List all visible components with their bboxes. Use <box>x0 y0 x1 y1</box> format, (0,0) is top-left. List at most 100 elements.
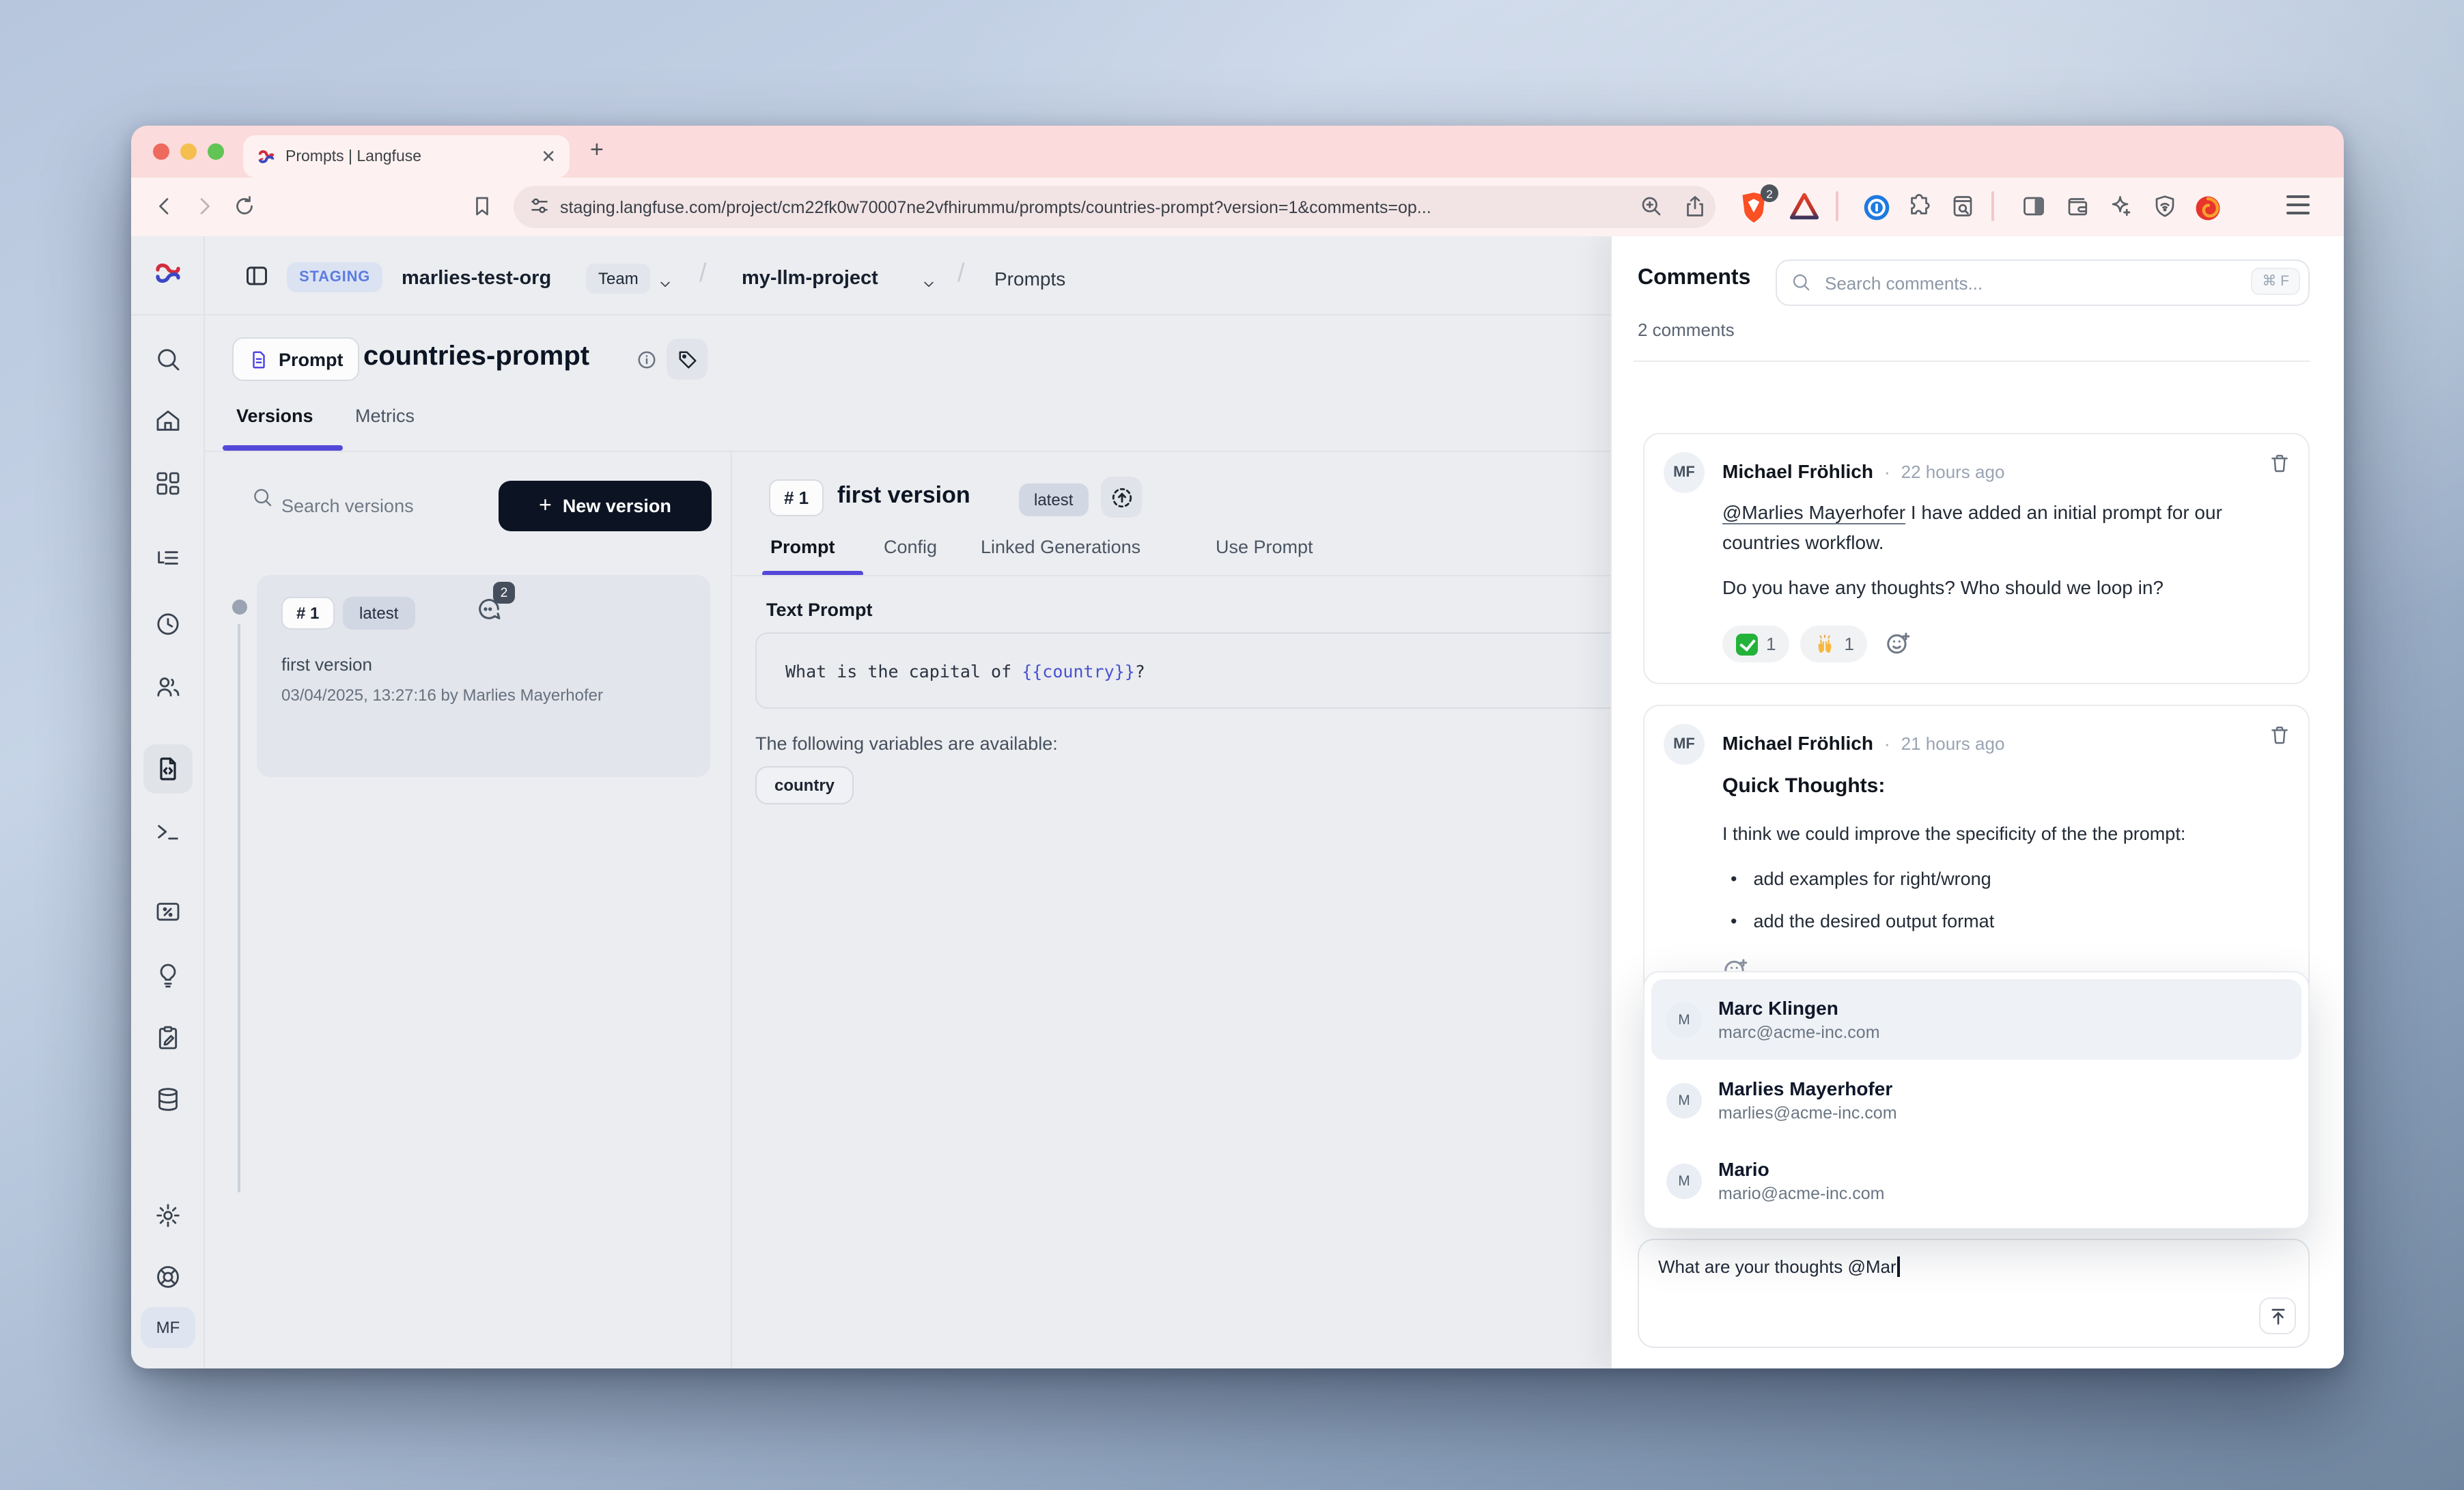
desktop-wallpaper: Prompts | Langfuse ✕ + staging.langfuse.… <box>0 0 2464 1490</box>
users-icon[interactable] <box>154 673 182 701</box>
reaction-count: 1 <box>1766 634 1776 654</box>
tracing-icon[interactable] <box>154 548 182 575</box>
add-reaction-icon[interactable] <box>1886 631 1912 657</box>
rewards-swirl-icon[interactable] <box>2194 194 2222 223</box>
menu-icon[interactable] <box>2286 195 2310 214</box>
comment-author: Michael Fröhlich <box>1722 460 1873 482</box>
dashboards-icon[interactable] <box>154 470 182 497</box>
scores-icon[interactable] <box>154 899 182 926</box>
site-settings-icon[interactable] <box>529 195 550 217</box>
suggestion-name: Marlies Mayerhofer <box>1718 1078 1897 1099</box>
back-icon[interactable] <box>153 194 178 219</box>
reaction-check[interactable]: 1 <box>1722 625 1789 662</box>
url-bar[interactable]: staging.langfuse.com/project/cm22fk0w700… <box>514 186 1716 228</box>
search-comments-input[interactable]: Search comments... ⌘ F <box>1776 259 2310 306</box>
vpn-shield-icon[interactable] <box>2153 194 2177 219</box>
sessions-clock-icon[interactable] <box>154 610 182 638</box>
maximize-window-button[interactable] <box>208 143 224 160</box>
time-separator: · <box>1884 462 1890 482</box>
env-badge: STAGING <box>287 262 382 292</box>
sidebar-toggle-icon[interactable] <box>2021 194 2046 219</box>
search-versions-icon <box>251 486 273 508</box>
bookmark-icon[interactable] <box>470 194 494 219</box>
org-role-badge: Team <box>586 264 651 294</box>
comments-panel: Comments Search comments... ⌘ F 2 commen… <box>1610 236 2344 1368</box>
keyboard-shortcut-badge: ⌘ F <box>2251 268 2300 295</box>
prompt-type-label: Prompt <box>279 349 344 369</box>
triangle-extension-icon[interactable] <box>1789 191 1819 221</box>
new-tab-button[interactable]: + <box>590 137 604 164</box>
leo-ai-sparkle-icon[interactable] <box>2109 194 2133 219</box>
active-tab-underline <box>223 445 343 451</box>
tab-prompt[interactable]: Prompt <box>770 537 835 557</box>
delete-comment-icon[interactable] <box>2269 452 2291 474</box>
settings-gear-icon[interactable] <box>154 1202 182 1229</box>
version-number-badge: # 1 <box>281 597 334 630</box>
wallet-icon[interactable] <box>2065 194 2090 219</box>
search-icon[interactable] <box>154 346 182 373</box>
comment-paragraph: I think we could improve the specificity… <box>1722 821 2280 850</box>
tab-config[interactable]: Config <box>884 537 937 557</box>
playground-terminal-icon[interactable] <box>154 818 182 845</box>
document-icon <box>249 349 269 369</box>
forward-icon[interactable] <box>191 194 216 219</box>
minimize-window-button[interactable] <box>180 143 197 160</box>
comment-item: MF Michael Fröhlich · 22 hours ago @Marl… <box>1643 433 2310 684</box>
home-icon[interactable] <box>154 407 182 434</box>
submit-comment-button[interactable] <box>2259 1297 2296 1334</box>
avatar: MF <box>1664 724 1705 765</box>
extensions-puzzle-icon[interactable] <box>1907 194 1931 219</box>
new-version-label: New version <box>563 496 671 516</box>
datasets-database-icon[interactable] <box>154 1086 182 1113</box>
close-window-button[interactable] <box>153 143 169 160</box>
user-avatar[interactable]: MF <box>141 1307 195 1348</box>
reaction-raised-hands[interactable]: 1 <box>1800 625 1867 662</box>
support-lifebuoy-icon[interactable] <box>154 1263 182 1291</box>
chevron-down-icon[interactable] <box>658 273 672 287</box>
evals-lightbulb-icon[interactable] <box>154 961 182 989</box>
breadcrumb-section[interactable]: Prompts <box>994 268 1065 290</box>
breadcrumb-project[interactable]: my-llm-project <box>742 268 878 290</box>
comments-panel-title: Comments <box>1638 266 1750 291</box>
latest-badge: latest <box>343 597 415 630</box>
close-tab-icon[interactable]: ✕ <box>541 145 556 167</box>
search-tabs-icon[interactable] <box>1950 194 1975 219</box>
brave-shield-icon[interactable]: 2 <box>1737 190 1773 225</box>
mention-link[interactable]: @Marlies Mayerhofer <box>1722 501 1905 523</box>
reload-icon[interactable] <box>232 194 257 219</box>
annotation-clipboard-icon[interactable] <box>154 1024 182 1052</box>
variable-chip[interactable]: country <box>755 766 854 804</box>
promote-version-button[interactable] <box>1101 477 1142 518</box>
detail-latest-badge: latest <box>1019 483 1088 516</box>
info-icon[interactable] <box>636 350 657 370</box>
new-version-button[interactable]: + New version <box>499 481 712 531</box>
panel-toggle-icon[interactable] <box>244 264 269 288</box>
browser-tab[interactable]: Prompts | Langfuse ✕ <box>243 135 570 178</box>
langfuse-logo <box>154 259 182 287</box>
mention-suggestion[interactable]: M Marc Klingen marc@acme-inc.com <box>1651 979 2301 1060</box>
chevron-down-icon[interactable] <box>922 273 936 287</box>
tab-metrics[interactable]: Metrics <box>355 406 415 426</box>
suggestion-email: marc@acme-inc.com <box>1718 1023 1880 1042</box>
mention-suggestion[interactable]: M Mario mario@acme-inc.com <box>1651 1140 2301 1221</box>
tab-versions[interactable]: Versions <box>236 406 313 426</box>
version-list-item[interactable]: # 1 latest 2 first version 03/04/2025, 1… <box>257 575 710 777</box>
search-versions-input[interactable]: Search versions <box>281 496 414 516</box>
zoom-icon[interactable] <box>1639 194 1664 219</box>
comment-body: Quick Thoughts: I think we could improve… <box>1722 770 2280 951</box>
prompts-icon[interactable] <box>143 744 193 793</box>
comment-bullet-list: add examples for right/wrong add the des… <box>1731 866 2280 937</box>
onepassword-icon[interactable] <box>1863 194 1890 221</box>
comment-time: 22 hours ago <box>1901 462 2005 482</box>
tag-button[interactable] <box>667 339 708 380</box>
mention-suggestion[interactable]: M Marlies Mayerhofer marlies@acme-inc.co… <box>1651 1060 2301 1140</box>
breadcrumb-org[interactable]: marlies-test-org <box>402 268 551 290</box>
tab-linked-generations[interactable]: Linked Generations <box>981 537 1140 557</box>
share-icon[interactable] <box>1683 194 1707 219</box>
comment-input-value: What are your thoughts @Mar <box>1658 1256 1896 1277</box>
page-title: countries-prompt <box>363 341 589 373</box>
tab-use-prompt[interactable]: Use Prompt <box>1216 537 1313 557</box>
breadcrumb-separator: / <box>957 259 965 290</box>
comment-input[interactable]: What are your thoughts @Mar <box>1638 1239 2310 1348</box>
delete-comment-icon[interactable] <box>2269 724 2291 746</box>
